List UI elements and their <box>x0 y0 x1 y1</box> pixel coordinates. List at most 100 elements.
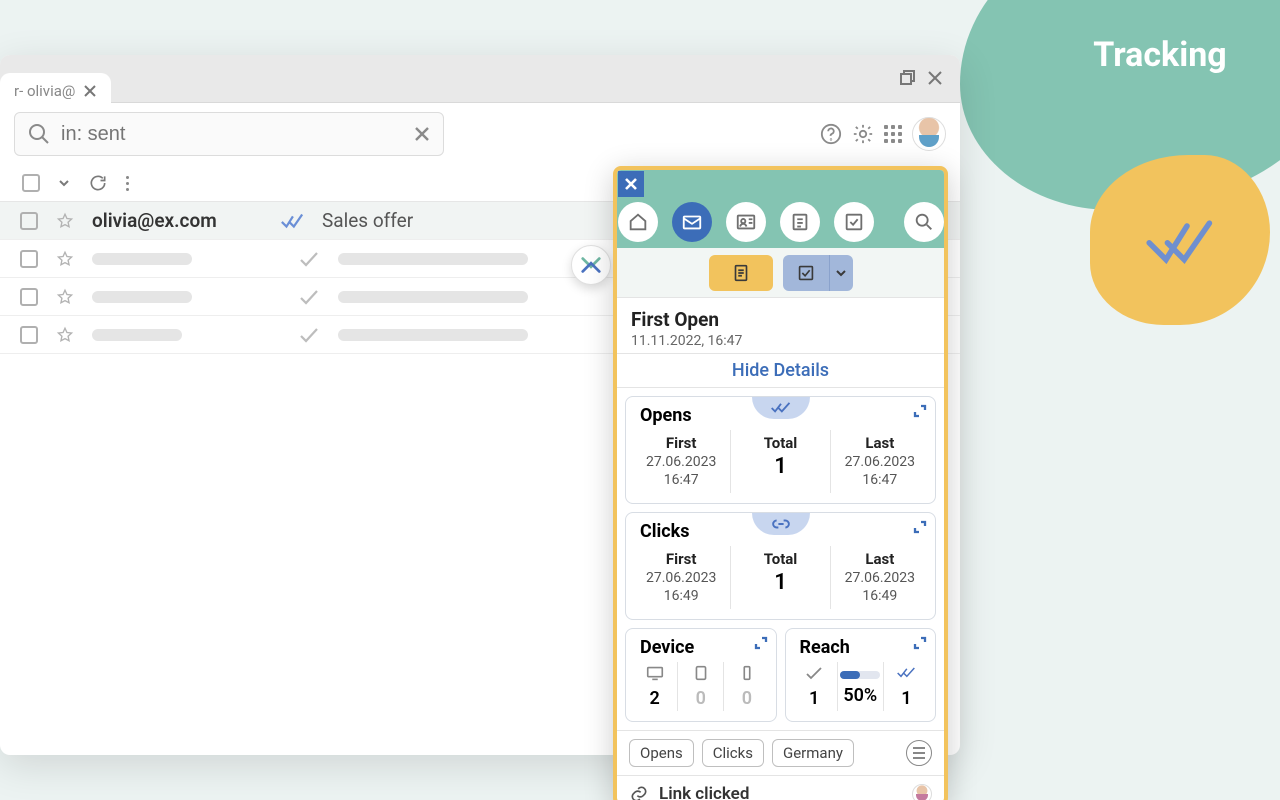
single-check-icon <box>804 664 824 682</box>
link-clicked-label: Link clicked <box>659 784 749 800</box>
mail-icon <box>681 211 703 233</box>
browser-tab[interactable]: r- olivia@ <box>0 73 111 109</box>
nav-contacts[interactable] <box>726 202 766 242</box>
first-open-section: First Open 11.11.2022, 16:47 <box>617 298 944 353</box>
document-icon <box>730 262 752 284</box>
window-close-icon[interactable] <box>926 69 944 87</box>
expand-icon <box>913 520 927 534</box>
close-icon <box>623 176 639 192</box>
email-subject: Sales offer <box>322 209 413 232</box>
expand-icon <box>913 636 927 650</box>
subtab-task-dropdown[interactable] <box>783 255 853 291</box>
double-check-icon <box>896 664 916 682</box>
panel-nav <box>617 170 944 248</box>
nav-notes[interactable] <box>780 202 820 242</box>
row-checkbox[interactable] <box>20 212 38 230</box>
desktop-icon <box>645 664 665 682</box>
opens-last-label: Last <box>833 434 927 452</box>
clicks-card: Clicks First 27.06.202316:49 Total 1 Las… <box>625 512 936 620</box>
tablet-icon <box>691 664 711 682</box>
apps-icon[interactable] <box>884 125 902 143</box>
tracking-panel: First Open 11.11.2022, 16:47 Hide Detail… <box>613 166 948 800</box>
link-clicked-row[interactable]: Link clicked <box>617 775 944 800</box>
placeholder <box>92 253 192 265</box>
search-icon <box>27 122 51 146</box>
double-check-icon <box>280 212 304 230</box>
nav-mail[interactable] <box>672 202 712 242</box>
reach-bar <box>840 671 880 679</box>
first-open-title: First Open <box>631 308 930 331</box>
extension-badge[interactable] <box>571 245 611 285</box>
placeholder <box>338 329 528 341</box>
opens-first-label: First <box>634 434 728 452</box>
tab-title: r- olivia@ <box>14 82 75 100</box>
opens-total: 1 <box>733 454 827 479</box>
star-icon[interactable] <box>56 212 74 230</box>
select-all-checkbox[interactable] <box>22 174 40 192</box>
expand-button[interactable] <box>913 403 927 422</box>
link-icon <box>629 784 649 800</box>
search-icon <box>913 211 935 233</box>
select-dropdown-icon[interactable] <box>58 177 70 189</box>
decor-blob-yellow <box>1090 155 1270 325</box>
panel-subtabs <box>617 248 944 298</box>
email-sender: olivia@ex.com <box>92 209 262 232</box>
tag-clicks[interactable]: Clicks <box>702 739 764 767</box>
row-checkbox[interactable] <box>20 250 38 268</box>
link-icon <box>770 517 792 531</box>
subtab-document[interactable] <box>709 255 773 291</box>
first-open-time: 11.11.2022, 16:47 <box>631 333 930 349</box>
task-icon <box>795 262 817 284</box>
panel-close-button[interactable] <box>618 171 644 197</box>
single-check-icon <box>298 250 320 268</box>
star-icon[interactable] <box>56 250 74 268</box>
tracking-heading: Tracking <box>1093 35 1226 75</box>
placeholder <box>92 291 192 303</box>
expand-icon <box>754 636 768 650</box>
task-icon <box>843 211 865 233</box>
star-icon[interactable] <box>56 288 74 306</box>
opens-total-label: Total <box>733 434 827 452</box>
filter-menu-icon[interactable] <box>906 740 932 766</box>
window-controls <box>898 69 944 87</box>
mini-avatar <box>912 784 932 800</box>
hide-details-button[interactable]: Hide Details <box>617 353 944 388</box>
tags-row: Opens Clicks Germany <box>617 730 944 775</box>
expand-button[interactable] <box>913 519 927 538</box>
device-card: Device 2 0 0 <box>625 628 777 722</box>
refresh-icon[interactable] <box>88 173 108 193</box>
clear-search-icon[interactable] <box>413 125 431 143</box>
home-icon <box>627 211 649 233</box>
help-icon[interactable] <box>820 123 842 145</box>
single-check-icon <box>298 288 320 306</box>
star-icon[interactable] <box>56 326 74 344</box>
window-restore-icon[interactable] <box>898 69 916 87</box>
placeholder <box>92 329 182 341</box>
gear-icon[interactable] <box>852 123 874 145</box>
placeholder <box>338 253 528 265</box>
reach-card: Reach 1 50% 1 <box>785 628 937 722</box>
nav-home[interactable] <box>618 202 658 242</box>
browser-window: r- olivia@ 1-50 of 1500 <box>0 55 960 755</box>
expand-button[interactable] <box>913 635 927 654</box>
more-icon[interactable] <box>126 176 129 191</box>
row-checkbox[interactable] <box>20 288 38 306</box>
nav-tasks[interactable] <box>834 202 874 242</box>
avatar[interactable] <box>912 117 946 151</box>
search-box[interactable] <box>14 112 444 156</box>
double-check-icon <box>1145 214 1215 266</box>
contact-icon <box>735 211 757 233</box>
expand-button[interactable] <box>754 635 768 654</box>
tag-opens[interactable]: Opens <box>629 739 694 767</box>
nav-search[interactable] <box>904 202 944 242</box>
mobile-icon <box>737 664 757 682</box>
expand-icon <box>913 404 927 418</box>
tag-geo[interactable]: Germany <box>772 739 854 767</box>
search-toolbar <box>0 103 960 165</box>
logo-icon <box>580 254 602 276</box>
note-icon <box>789 211 811 233</box>
placeholder <box>338 291 528 303</box>
row-checkbox[interactable] <box>20 326 38 344</box>
search-input[interactable] <box>61 123 403 146</box>
close-icon[interactable] <box>83 84 97 98</box>
